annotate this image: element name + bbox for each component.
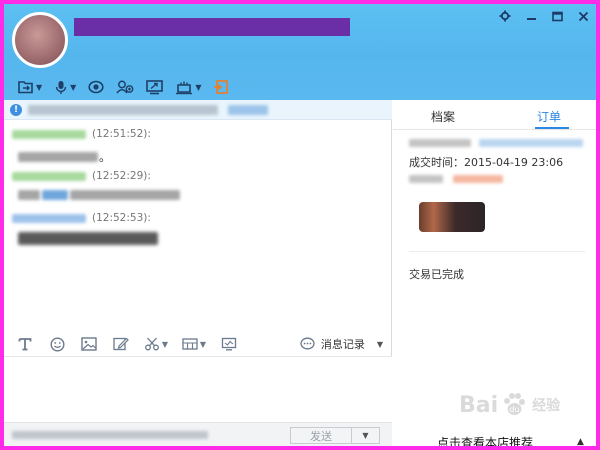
send-options-dropdown[interactable]: ▼ <box>352 427 380 444</box>
scissors-icon <box>144 337 159 351</box>
order-time-label: 成交时间： <box>409 156 464 169</box>
message-link-redacted[interactable] <box>42 190 68 200</box>
window-controls <box>498 6 590 26</box>
chat-bubble-icon <box>300 337 315 350</box>
contact-avatar[interactable] <box>12 12 68 68</box>
message-text-redacted <box>18 151 98 162</box>
chat-toolbar: ▼ ▼ ▼ <box>14 76 233 98</box>
send-button[interactable]: 发送 <box>290 427 352 444</box>
add-contact-icon <box>116 80 134 94</box>
view-button[interactable] <box>84 76 108 98</box>
pen-icon <box>113 337 129 351</box>
exit-icon <box>214 80 229 94</box>
message-text: 。 <box>99 150 112 164</box>
app-center-button[interactable]: ▼ <box>171 76 205 98</box>
message-body: 。 <box>18 148 111 165</box>
message-header: (12:52:53): <box>12 212 151 224</box>
screenshot-button[interactable]: ▼ <box>140 333 172 355</box>
eye-icon <box>88 80 104 94</box>
add-contact-button[interactable] <box>112 76 138 98</box>
message-body <box>18 190 180 200</box>
emoji-button[interactable] <box>44 333 70 355</box>
app-center-icon <box>176 81 193 94</box>
message-text-redacted <box>18 190 40 200</box>
status-text-redacted <box>12 430 208 439</box>
quick-phrase-button[interactable]: ▼ <box>178 333 210 355</box>
chevron-down-icon: ▼ <box>199 339 207 349</box>
side-panel-tabs: 档案 订单 <box>393 100 596 130</box>
chevron-down-icon: ▼ <box>36 82 43 92</box>
watermark-brand: Bai <box>459 392 499 418</box>
chevron-down-icon: ▼ <box>161 339 169 349</box>
font-button[interactable] <box>12 333 38 355</box>
keyboard-icon <box>182 338 198 350</box>
sender-name-redacted <box>12 129 86 139</box>
message-time: (12:51:52): <box>92 128 151 140</box>
settings-gear-icon[interactable] <box>498 9 512 23</box>
chat-pane: ! (12:51:52): 。 (12:52:29): (12:52:53): … <box>4 100 392 446</box>
microphone-icon <box>55 80 67 94</box>
minimize-icon[interactable] <box>524 9 538 23</box>
chevron-down-icon: ▼ <box>70 82 77 92</box>
message-header: (12:51:52): <box>12 128 151 140</box>
order-time-value: 2015-04-19 23:06 <box>464 156 564 169</box>
message-history-label: 消息记录 <box>320 338 365 351</box>
message-text-redacted <box>18 232 158 245</box>
watermark-paw-text: du <box>510 405 520 414</box>
active-tab-indicator <box>535 127 569 129</box>
close-icon[interactable] <box>576 9 590 23</box>
maximize-icon[interactable] <box>550 9 564 23</box>
sender-name-redacted <box>12 213 86 223</box>
order-price-redacted <box>409 172 503 185</box>
order-item-card[interactable] <box>409 186 585 252</box>
remote-button[interactable] <box>216 333 242 355</box>
message-header: (12:52:29): <box>12 170 151 182</box>
image-icon <box>81 337 97 351</box>
voice-button[interactable]: ▼ <box>50 76 80 98</box>
sender-name-redacted <box>12 171 86 181</box>
screen-share-button[interactable] <box>142 76 167 98</box>
contact-name-title <box>74 18 350 36</box>
message-history-button[interactable]: 消息记录 ▼ <box>300 332 383 356</box>
baidu-watermark: Bai du 经验 <box>459 387 585 423</box>
chevron-up-icon[interactable]: ▲ <box>577 437 584 446</box>
monitor-icon <box>221 337 237 351</box>
message-text-redacted <box>70 190 180 200</box>
order-header-redacted <box>409 136 583 149</box>
tab-profile[interactable]: 档案 <box>431 108 455 125</box>
info-icon: ! <box>10 103 22 116</box>
store-recommendation-link[interactable]: 点击查看本店推荐 <box>437 434 533 446</box>
notice-text-redacted <box>28 104 218 115</box>
window-header: ▼ ▼ ▼ <box>4 4 596 100</box>
font-icon <box>18 338 32 351</box>
order-status: 交易已完成 <box>409 268 464 281</box>
tab-orders[interactable]: 订单 <box>537 108 561 125</box>
message-input[interactable] <box>4 356 392 422</box>
order-time: 成交时间：2015-04-19 23:06 <box>409 154 563 170</box>
chat-window: ▼ ▼ ▼ ! (12:51:52): 。 (12:52:29): (12:52… <box>4 4 596 446</box>
edit-button[interactable] <box>108 333 134 355</box>
notice-link-redacted[interactable] <box>228 104 268 115</box>
message-time: (12:52:29): <box>92 170 151 182</box>
paw-icon: du <box>504 393 526 415</box>
chevron-down-icon: ▼ <box>195 82 202 92</box>
message-body <box>18 232 158 245</box>
exit-button[interactable] <box>209 76 233 98</box>
message-time: (12:52:53): <box>92 212 151 224</box>
watermark-suffix: 经验 <box>532 398 561 414</box>
smiley-icon <box>49 336 65 352</box>
chevron-down-icon: ▼ <box>362 431 369 440</box>
chevron-down-icon: ▼ <box>376 339 383 349</box>
notice-bar: ! <box>4 100 392 120</box>
image-button[interactable] <box>76 333 102 355</box>
file-transfer-icon <box>18 81 33 94</box>
product-thumbnail[interactable] <box>419 202 485 232</box>
file-transfer-button[interactable]: ▼ <box>14 76 46 98</box>
screen-share-icon <box>146 79 164 94</box>
